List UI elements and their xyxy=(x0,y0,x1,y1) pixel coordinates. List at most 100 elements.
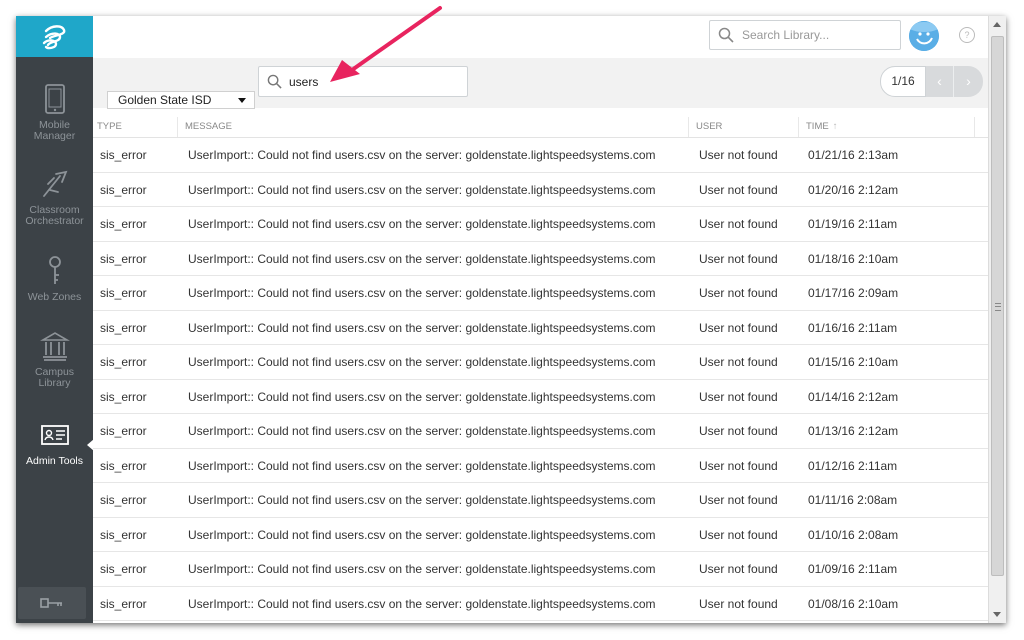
row-message: UserImport:: Could not find users.csv on… xyxy=(188,148,656,162)
sort-ascending-icon: ↑ xyxy=(832,121,838,132)
sidebar: Mobile Manager Classroom Orchestrator We… xyxy=(16,16,94,623)
logout-key-button[interactable] xyxy=(18,587,86,619)
row-time: 01/18/16 2:10am xyxy=(808,251,899,266)
table-row[interactable]: sis_error UserImport:: Could not find use… xyxy=(93,380,988,414)
table-body: sis_errorUserImport:: Could not find use… xyxy=(93,138,988,621)
row-message: UserImport:: Could not find users.csv on… xyxy=(188,596,656,611)
grip-icon xyxy=(995,303,1001,311)
sidebar-item-web-zones[interactable]: Web Zones xyxy=(16,255,93,303)
sidebar-item-classroom-orchestrator[interactable]: Classroom Orchestrator xyxy=(16,168,93,227)
table-row[interactable]: sis_error UserImport:: Could not find use… xyxy=(93,242,988,276)
table-row[interactable]: sis_error UserImport:: Could not find use… xyxy=(93,552,988,587)
column-header-time-label: TIME xyxy=(806,121,829,132)
top-header: ? xyxy=(93,16,1006,59)
search-library-input[interactable] xyxy=(740,27,894,43)
smiley-avatar-icon xyxy=(909,21,939,51)
avatar[interactable] xyxy=(909,21,939,51)
row-time: 01/09/16 2:11am xyxy=(808,562,898,576)
row-user: User not found xyxy=(699,389,778,404)
row-time: 01/08/16 2:10am xyxy=(808,596,899,611)
prev-page-button[interactable]: ‹ xyxy=(926,66,954,97)
filter-input[interactable] xyxy=(287,73,461,90)
row-user: User not found xyxy=(699,458,778,473)
chevron-down-icon xyxy=(238,98,246,103)
row-message: UserImport:: Could not find users.csv on… xyxy=(188,458,656,473)
row-type: sis_error xyxy=(100,493,147,507)
table-row[interactable]: sis_error UserImport:: Could not find use… xyxy=(93,483,988,518)
table-row[interactable]: sis_error UserImport:: Could not find use… xyxy=(93,276,988,311)
row-type: sis_error xyxy=(100,182,147,197)
row-type: sis_error xyxy=(100,251,147,266)
row-time: 01/16/16 2:11am xyxy=(808,320,898,335)
table-row[interactable]: sis_error UserImport:: Could not find use… xyxy=(93,587,988,621)
library-icon xyxy=(39,332,70,361)
key-icon xyxy=(48,256,61,284)
row-type: sis_error xyxy=(100,286,147,300)
library-search[interactable] xyxy=(709,20,901,50)
table-row[interactable]: sis_error UserImport:: Could not find use… xyxy=(93,518,988,552)
table-row[interactable]: sis_error UserImport:: Could not find use… xyxy=(93,138,988,173)
row-user: User not found xyxy=(699,355,778,369)
pagination: 1/16 ‹ › xyxy=(880,66,983,97)
row-message: UserImport:: Could not find users.csv on… xyxy=(188,562,656,576)
page-count: 1/16 xyxy=(880,66,926,97)
row-time: 01/15/16 2:10am xyxy=(808,355,899,369)
row-type: sis_error xyxy=(100,424,147,438)
sidebar-item-label: Mobile Manager xyxy=(33,119,76,142)
row-user: User not found xyxy=(699,562,778,576)
row-time: 01/17/16 2:09am xyxy=(808,286,899,300)
table-header: TYPE MESSAGE USER TIME ↑ xyxy=(93,117,988,138)
table-row[interactable]: sis_error UserImport:: Could not find use… xyxy=(93,173,988,207)
filter-toolbar: Golden State ISD 1/16 ‹ › xyxy=(93,58,988,109)
scrollbar-thumb[interactable] xyxy=(991,36,1004,576)
help-icon[interactable]: ? xyxy=(959,27,975,43)
row-user: User not found xyxy=(699,182,778,197)
next-page-button[interactable]: › xyxy=(954,66,983,97)
row-user: User not found xyxy=(699,527,778,542)
table-row[interactable]: sis_error UserImport:: Could not find use… xyxy=(93,207,988,242)
row-time: 01/10/16 2:08am xyxy=(808,527,899,542)
row-message: UserImport:: Could not find users.csv on… xyxy=(188,182,656,197)
row-message: UserImport:: Could not find users.csv on… xyxy=(188,251,656,266)
row-user: User not found xyxy=(699,251,778,266)
row-time: 01/11/16 2:08am xyxy=(808,493,898,507)
table-row[interactable]: sis_error UserImport:: Could not find use… xyxy=(93,414,988,449)
vertical-scrollbar[interactable] xyxy=(988,16,1006,623)
row-type: sis_error xyxy=(100,217,147,231)
row-user: User not found xyxy=(699,148,778,162)
row-message: UserImport:: Could not find users.csv on… xyxy=(188,527,656,542)
row-type: sis_error xyxy=(100,458,147,473)
column-header-user[interactable]: USER xyxy=(689,117,799,137)
row-message: UserImport:: Could not find users.csv on… xyxy=(188,320,656,335)
sidebar-item-label: Web Zones xyxy=(27,291,82,303)
sidebar-item-mobile-manager[interactable]: Mobile Manager xyxy=(16,83,93,142)
row-message: UserImport:: Could not find users.csv on… xyxy=(188,355,656,369)
row-message: UserImport:: Could not find users.csv on… xyxy=(188,389,656,404)
row-user: User not found xyxy=(699,493,778,507)
column-header-type[interactable]: TYPE xyxy=(93,117,178,137)
row-type: sis_error xyxy=(100,355,147,369)
table-row[interactable]: sis_error UserImport:: Could not find use… xyxy=(93,449,988,483)
column-header-time[interactable]: TIME ↑ xyxy=(799,117,975,137)
row-user: User not found xyxy=(699,596,778,611)
scroll-down-arrow-icon[interactable] xyxy=(993,612,1001,617)
column-header-message[interactable]: MESSAGE xyxy=(178,117,689,137)
row-type: sis_error xyxy=(100,320,147,335)
sidebar-item-campus-library[interactable]: Campus Library xyxy=(16,330,93,389)
lightspeed-logo[interactable] xyxy=(16,16,93,57)
logo-icon xyxy=(42,24,65,49)
row-user: User not found xyxy=(699,424,778,438)
row-type: sis_error xyxy=(100,596,147,611)
row-type: sis_error xyxy=(100,562,147,576)
app-window: Mobile Manager Classroom Orchestrator We… xyxy=(16,16,1006,623)
row-user: User not found xyxy=(699,217,778,231)
table-row[interactable]: sis_error UserImport:: Could not find use… xyxy=(93,345,988,380)
table-row[interactable]: sis_error UserImport:: Could not find use… xyxy=(93,311,988,345)
sidebar-item-admin-tools[interactable]: Admin Tools xyxy=(16,419,94,467)
log-filter-search[interactable] xyxy=(258,66,468,97)
district-select[interactable]: Golden State ISD xyxy=(107,91,255,109)
tablet-icon xyxy=(44,84,65,114)
row-message: UserImport:: Could not find users.csv on… xyxy=(188,424,656,438)
row-type: sis_error xyxy=(100,527,147,542)
scroll-up-arrow-icon[interactable] xyxy=(993,22,1001,27)
